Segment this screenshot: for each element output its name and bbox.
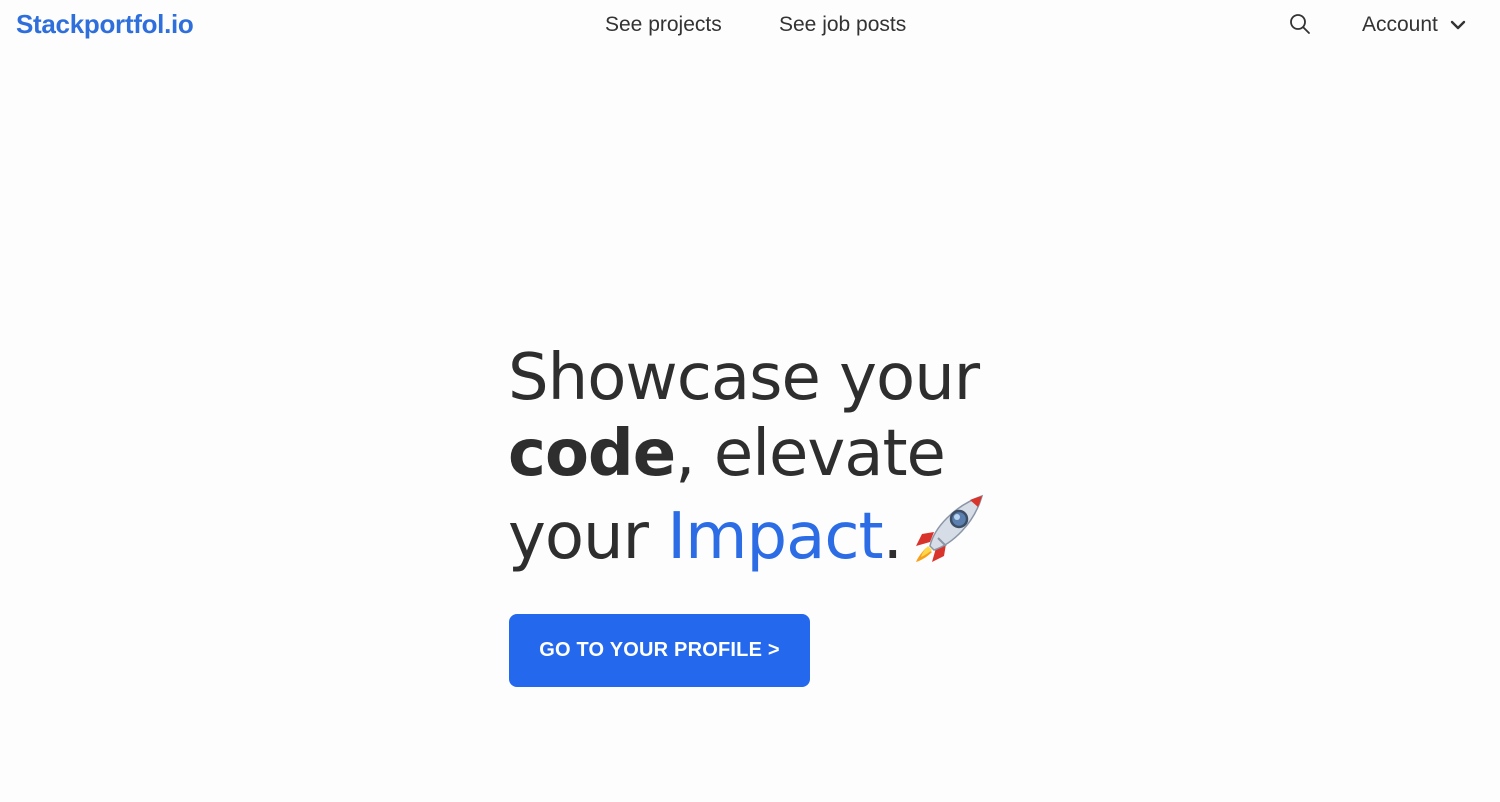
brand-logo-link[interactable]: Stackportfol.io bbox=[16, 9, 194, 40]
account-label: Account bbox=[1362, 13, 1438, 36]
hero-line-3-end: . bbox=[882, 500, 903, 574]
hero-line-3-start: your bbox=[508, 500, 668, 574]
hero-line-2-rest: , elevate bbox=[675, 417, 946, 491]
hero-line-1: Showcase your bbox=[508, 341, 980, 415]
nav-see-job-posts-link[interactable]: See job posts bbox=[779, 13, 906, 37]
hero-highlight-impact: Impact bbox=[667, 500, 883, 574]
account-menu-button[interactable]: Account bbox=[1362, 13, 1468, 37]
go-to-profile-button[interactable]: GO TO YOUR PROFILE > bbox=[509, 614, 810, 687]
chevron-down-icon bbox=[1448, 15, 1468, 35]
top-navigation: Stackportfol.io See projects See job pos… bbox=[0, 0, 1500, 54]
search-icon[interactable] bbox=[1288, 12, 1312, 36]
hero-headline: Showcase your code, elevate your Impact. bbox=[508, 340, 1068, 575]
landing-page: Stackportfol.io See projects See job pos… bbox=[0, 0, 1500, 802]
nav-see-projects-link[interactable]: See projects bbox=[605, 13, 722, 37]
hero-highlight-code: code bbox=[508, 417, 676, 491]
rocket-icon bbox=[912, 492, 988, 564]
